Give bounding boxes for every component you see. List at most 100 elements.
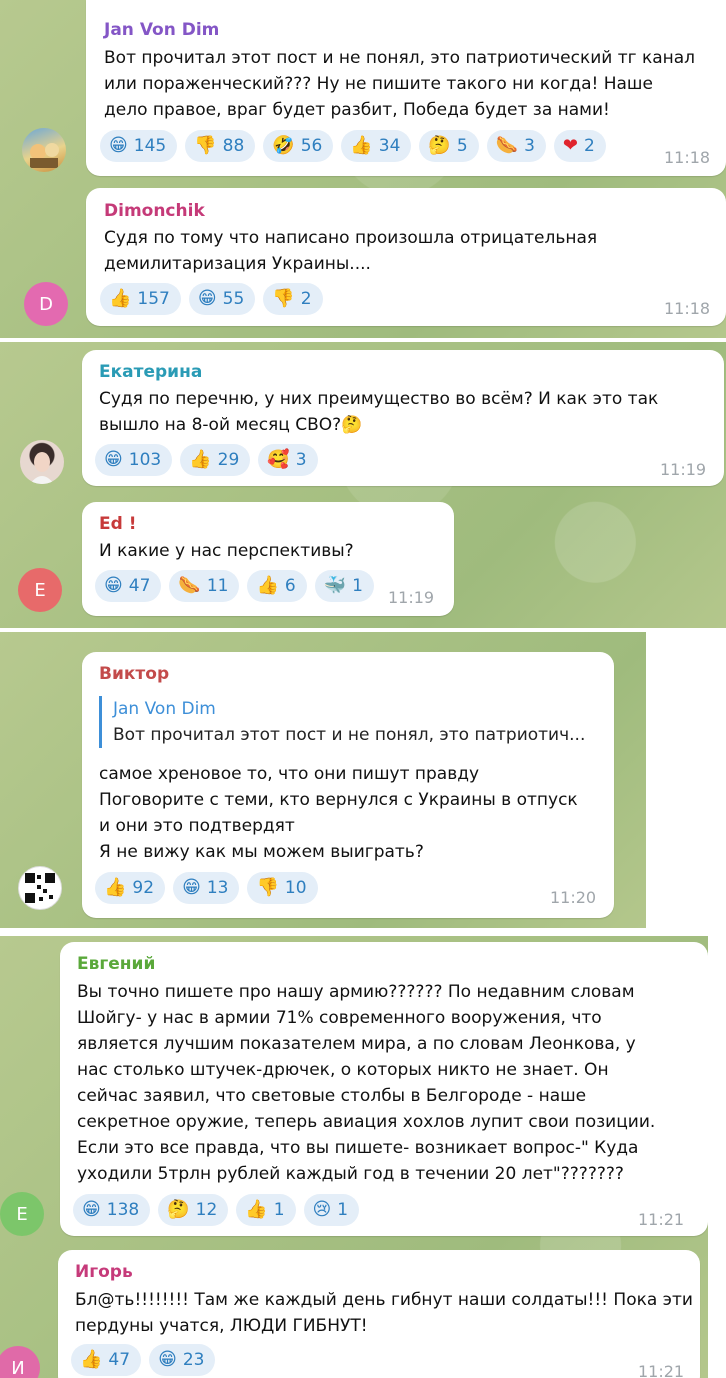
reaction-chip[interactable]: 🤣 56: [263, 130, 334, 162]
reaction-count: 6: [284, 576, 296, 596]
reply-author: Jan Von Dim: [113, 699, 216, 719]
message-text-line: нас столько штучек-дрючек, о которых ник…: [77, 1060, 609, 1080]
reaction-count: 47: [108, 1350, 131, 1370]
thumbs-down-emoji-icon: 👎: [194, 135, 217, 156]
message-bubble-igor[interactable]: Игорь Бл@ть!!!!!!!! Там же каждый день г…: [58, 1250, 700, 1378]
thumbs-up-emoji-icon: 👍: [350, 135, 373, 156]
reaction-count: 55: [222, 289, 245, 309]
message-author[interactable]: Виктор: [99, 664, 169, 684]
reaction-count: 12: [195, 1200, 218, 1220]
message-author[interactable]: Евгений: [77, 954, 155, 974]
avatar-letter[interactable]: E: [18, 568, 62, 612]
reaction-count: 47: [128, 576, 151, 596]
reaction-count: 157: [137, 289, 170, 309]
reply-text: Вот прочитал этот пост и не понял, это п…: [113, 725, 586, 745]
reaction-chip[interactable]: 👍 157: [100, 283, 181, 315]
message-author[interactable]: Jan Von Dim: [104, 20, 219, 40]
reaction-count: 1: [352, 576, 363, 596]
reaction-chip[interactable]: 😁 47: [95, 570, 162, 602]
reaction-count: 10: [284, 878, 307, 898]
message-text-line: Я не вижу как мы можем выиграть?: [99, 842, 424, 862]
message-time: 11:21: [638, 1210, 685, 1229]
reaction-count: 88: [222, 136, 245, 156]
reaction-chip[interactable]: 🐳 1: [314, 570, 374, 602]
reaction-chip[interactable]: 🥰 3: [258, 444, 318, 476]
message-text-line: дело правое, враг будет разбит, Победа б…: [104, 100, 610, 120]
reaction-chip[interactable]: 🌭 3: [486, 130, 546, 162]
chat-panel-2: Екатерина Судя по перечню, у них преимущ…: [0, 342, 726, 628]
message-author[interactable]: Игорь: [75, 1262, 133, 1282]
whale-emoji-icon: 🐳: [323, 575, 347, 596]
reaction-count: 2: [584, 136, 595, 156]
cartoon-avatar[interactable]: [22, 128, 66, 172]
reaction-chip[interactable]: 👍 34: [341, 130, 412, 162]
reaction-count: 13: [206, 878, 229, 898]
thinking-emoji-icon: 🤔: [167, 1199, 190, 1220]
reaction-count: 29: [217, 450, 240, 470]
reaction-chip[interactable]: 😁 13: [173, 872, 240, 904]
reaction-count: 103: [128, 450, 162, 470]
reaction-chip[interactable]: 😁 103: [95, 444, 173, 476]
reaction-chip[interactable]: 😁 55: [188, 283, 256, 315]
message-author[interactable]: Dimonchik: [104, 201, 205, 221]
reaction-count: 1: [337, 1200, 349, 1220]
message-text-line: или пораженческий??? Ну не пишите такого…: [104, 74, 653, 94]
avatar-letter[interactable]: E: [0, 1192, 44, 1236]
reaction-chip[interactable]: 👍 47: [71, 1344, 142, 1376]
reaction-chip[interactable]: 😢 1: [303, 1194, 360, 1226]
message-text-line: Если это все правда, что вы пишете- возн…: [77, 1138, 639, 1158]
reaction-chip[interactable]: 👍 1: [236, 1194, 296, 1226]
message-text-line: уходили 5трлн рублей каждый год в течени…: [77, 1164, 624, 1184]
grin-emoji-icon: 😁: [104, 575, 123, 596]
qr-avatar[interactable]: [18, 866, 62, 910]
reaction-count: 145: [133, 136, 167, 156]
message-bubble-viktor[interactable]: Виктор Jan Von Dim Вот прочитал этот пос…: [82, 652, 614, 918]
photo-avatar[interactable]: [20, 440, 64, 484]
reaction-chip[interactable]: 😁 138: [73, 1194, 151, 1226]
message-author[interactable]: Екатерина: [99, 362, 202, 382]
thumbs-up-emoji-icon: 👍: [104, 877, 127, 898]
chat-panel-1: Jan Von Dim Вот прочитал этот пост и не …: [0, 0, 726, 338]
reaction-chip[interactable]: ❤ 2: [553, 130, 606, 162]
reaction-chip[interactable]: 👍 92: [95, 872, 166, 904]
reaction-chip[interactable]: 😁 145: [100, 130, 178, 162]
reaction-chip[interactable]: 🤔 12: [158, 1194, 229, 1226]
message-bubble-ekaterina[interactable]: Екатерина Судя по перечню, у них преимущ…: [82, 350, 724, 486]
thumbs-up-emoji-icon: 👍: [80, 1349, 103, 1370]
heart-emoji-icon: ❤: [562, 135, 578, 156]
message-bubble-dimonchik[interactable]: Dimonchik Судя по тому что написано прои…: [86, 188, 726, 326]
message-text-line: вышло на 8-ой месяц СВО?🤔: [99, 415, 363, 435]
thumbs-up-emoji-icon: 👍: [189, 449, 212, 470]
reaction-chip[interactable]: 👎 2: [263, 283, 323, 315]
message-text-line: Поговорите с теми, кто вернулся с Украин…: [99, 790, 578, 810]
reaction-chip[interactable]: 👍 6: [247, 570, 307, 602]
reactions-bar: 😁 103 👍 29 🥰 3: [95, 444, 318, 476]
thinking-emoji-icon: 🤔: [428, 135, 451, 156]
grin-emoji-icon: 😁: [82, 1199, 101, 1220]
reaction-chip[interactable]: 👍 29: [180, 444, 251, 476]
hotdog-emoji-icon: 🌭: [495, 135, 519, 156]
message-bubble-jan[interactable]: Jan Von Dim Вот прочитал этот пост и не …: [86, 0, 726, 176]
reactions-bar: 👍 47 😁 23: [71, 1344, 216, 1376]
grin-emoji-icon: 😁: [109, 135, 128, 156]
avatar-letter[interactable]: D: [24, 282, 68, 326]
message-text-line: Судя по перечню, у них преимущество во в…: [99, 389, 659, 409]
message-time: 11:18: [664, 148, 711, 167]
reaction-chip[interactable]: 🌭 11: [169, 570, 240, 602]
reactions-bar: 👍 92 😁 13 👎 10: [95, 872, 318, 904]
reply-quote[interactable]: Jan Von Dim Вот прочитал этот пост и не …: [99, 696, 585, 748]
rofl-emoji-icon: 🤣: [272, 135, 295, 156]
message-text-line: Бл@ть!!!!!!!! Там же каждый день гибнут …: [75, 1290, 693, 1310]
reaction-chip[interactable]: 😁 23: [149, 1344, 216, 1376]
avatar-letter[interactable]: И: [0, 1346, 40, 1378]
reaction-chip[interactable]: 👎 88: [185, 130, 256, 162]
message-bubble-ed[interactable]: Ed ! И какие у нас перспективы? 😁 47 🌭 11 …: [82, 502, 454, 616]
reaction-count: 2: [300, 289, 312, 309]
reaction-count: 138: [106, 1200, 140, 1220]
message-author[interactable]: Ed !: [99, 514, 136, 534]
reaction-chip[interactable]: 👎 10: [247, 872, 318, 904]
reaction-chip[interactable]: 🤔 5: [419, 130, 479, 162]
message-bubble-evgeny[interactable]: Евгений Вы точно пишете про нашу армию??…: [60, 942, 708, 1236]
reaction-count: 34: [378, 136, 401, 156]
reaction-count: 11: [206, 576, 229, 596]
